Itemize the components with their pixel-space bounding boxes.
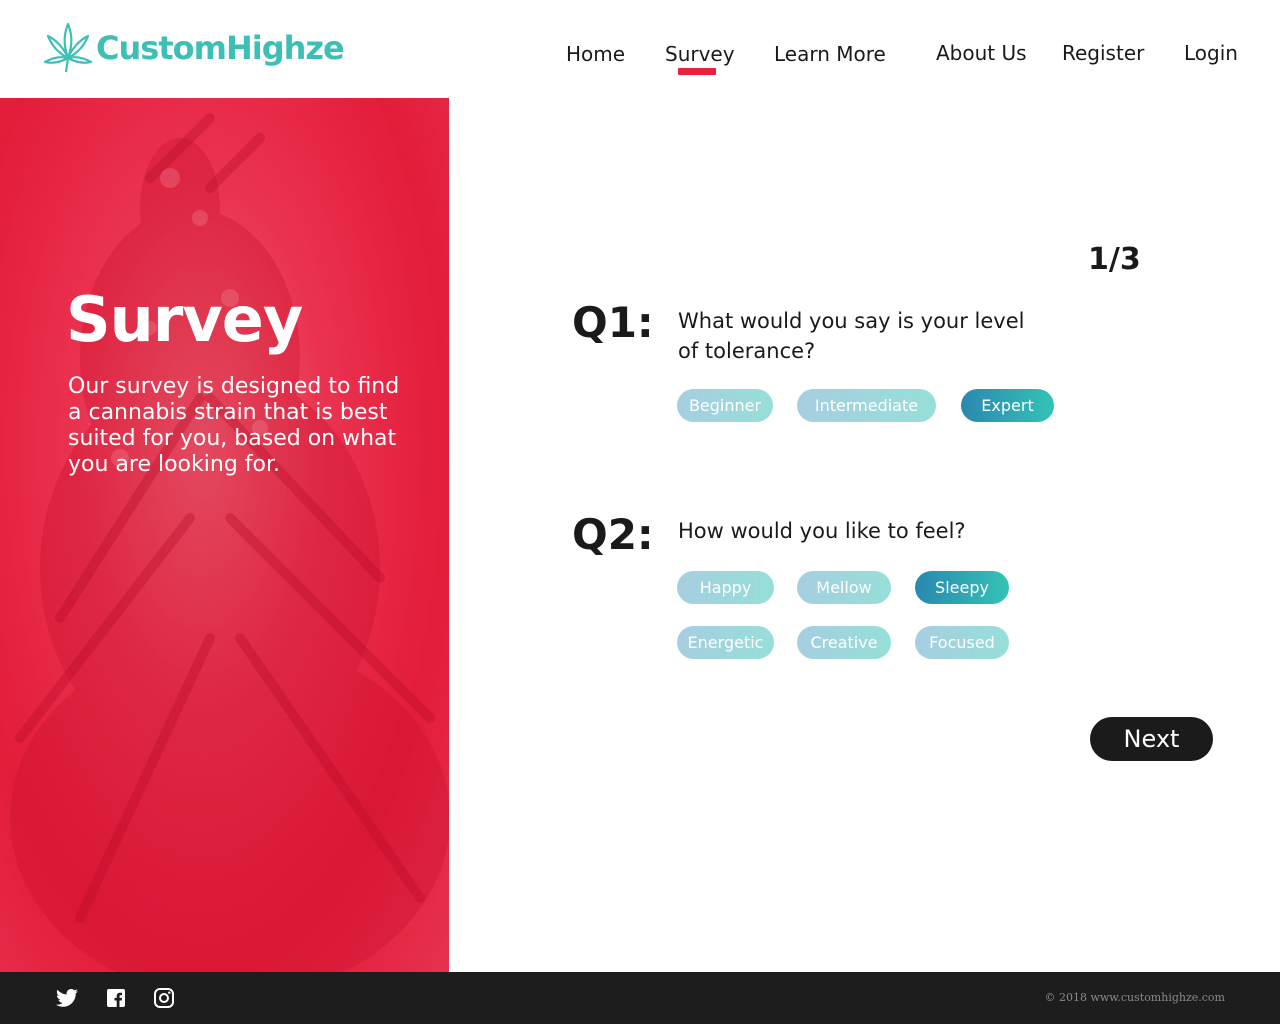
question-2-label: Q2: bbox=[572, 510, 654, 559]
nav-login[interactable]: Login bbox=[1184, 41, 1238, 65]
brand-name: CustomHighze bbox=[96, 29, 345, 67]
twitter-icon[interactable] bbox=[55, 986, 79, 1010]
site-header: CustomHighze Home Survey Learn More Abou… bbox=[0, 0, 1280, 98]
option-expert[interactable]: Expert bbox=[961, 389, 1054, 422]
question-2-text: How would you like to feel? bbox=[678, 519, 966, 543]
option-happy[interactable]: Happy bbox=[677, 571, 774, 604]
cannabis-plant-image bbox=[10, 113, 449, 972]
next-button[interactable]: Next bbox=[1090, 717, 1213, 761]
question-1-label: Q1: bbox=[572, 298, 654, 347]
site-footer: © 2018 www.customhighze.com bbox=[0, 972, 1280, 1024]
brand-logo[interactable]: CustomHighze bbox=[42, 20, 345, 76]
instagram-icon[interactable] bbox=[152, 986, 176, 1010]
option-creative[interactable]: Creative bbox=[797, 626, 891, 659]
option-mellow[interactable]: Mellow bbox=[797, 571, 891, 604]
facebook-icon[interactable] bbox=[104, 986, 128, 1010]
option-intermediate[interactable]: Intermediate bbox=[797, 389, 936, 422]
hero-panel: Survey Our survey is designed to find a … bbox=[0, 98, 449, 972]
nav-register[interactable]: Register bbox=[1062, 41, 1144, 65]
option-energetic[interactable]: Energetic bbox=[677, 626, 774, 659]
nav-about-us[interactable]: About Us bbox=[936, 41, 1027, 65]
step-counter: 1/3 bbox=[1088, 242, 1141, 277]
copyright-text: © 2018 www.customhighze.com bbox=[1044, 991, 1225, 1004]
question-1-text: What would you say is your level of tole… bbox=[678, 309, 1025, 363]
option-focused[interactable]: Focused bbox=[915, 626, 1009, 659]
nav-survey[interactable]: Survey bbox=[665, 42, 735, 66]
option-sleepy[interactable]: Sleepy bbox=[915, 571, 1009, 604]
nav-learn-more[interactable]: Learn More bbox=[774, 42, 886, 66]
cannabis-leaf-icon bbox=[43, 22, 93, 73]
nav-home[interactable]: Home bbox=[566, 42, 625, 66]
hero-description: Our survey is designed to find a cannabi… bbox=[68, 374, 400, 477]
option-beginner[interactable]: Beginner bbox=[677, 389, 773, 422]
nav-active-indicator bbox=[678, 68, 716, 75]
hero-title: Survey bbox=[66, 283, 303, 356]
